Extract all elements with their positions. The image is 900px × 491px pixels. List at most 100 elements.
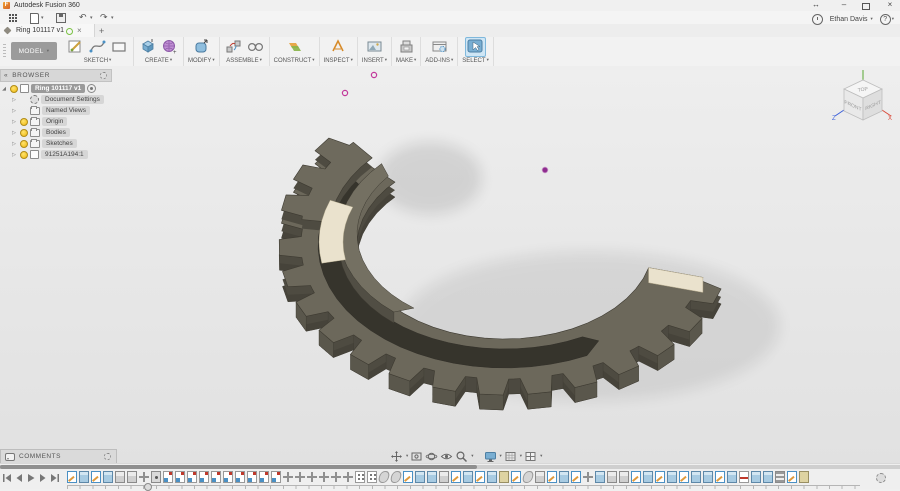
browser-item-label[interactable]: Sketches: [42, 139, 77, 148]
redo-caret-icon[interactable]: ▾: [111, 15, 114, 21]
help-menu[interactable]: ? ▾: [880, 14, 894, 25]
toolbar-group-label[interactable]: INSERT▾: [362, 56, 387, 65]
save-icon[interactable]: [56, 13, 66, 23]
file-menu-icon[interactable]: [30, 13, 39, 24]
timeline-feature-prism-icon[interactable]: [127, 471, 137, 483]
browser-item-named-views[interactable]: ▷ Named Views: [0, 105, 112, 116]
toolbar-group-label[interactable]: CREATE▾: [145, 56, 172, 65]
undo-icon[interactable]: ↶: [79, 13, 87, 22]
timeline-feature-move-icon[interactable]: [283, 471, 293, 483]
browser-item-label[interactable]: Document Settings: [41, 95, 104, 104]
press-pull-icon[interactable]: [192, 38, 211, 56]
timeline-feature-copy-icon[interactable]: [175, 471, 185, 483]
timeline-feature-prism-icon[interactable]: [439, 471, 449, 483]
timeline-feature-sketch-icon[interactable]: [475, 471, 485, 483]
timeline-feature-sketch-icon[interactable]: [547, 471, 557, 483]
timeline-feature-sketch-icon[interactable]: [655, 471, 665, 483]
chevron-down-icon[interactable]: ▾: [471, 453, 473, 459]
timeline-feature-extrude-icon[interactable]: [463, 471, 473, 483]
browser-item-label[interactable]: 91251A194:1: [41, 150, 88, 159]
user-menu[interactable]: Ethan Davis ▾: [830, 16, 873, 23]
toolbar-group-label[interactable]: SELECT▾: [462, 56, 489, 65]
timeline-feature-extrude-icon[interactable]: [103, 471, 113, 483]
toolbar-group-label[interactable]: ASSEMBLE▾: [226, 56, 262, 65]
app-grid-icon[interactable]: [8, 13, 17, 22]
step-forward-icon[interactable]: [38, 472, 48, 483]
view-cube[interactable]: TOP FRONT RIGHT X Z: [830, 68, 894, 132]
timeline-feature-sketch-icon[interactable]: [511, 471, 521, 483]
timeline-feature-stack-icon[interactable]: [775, 471, 785, 483]
comments-bar[interactable]: COMMENTS: [0, 449, 117, 464]
timeline-feature-move-icon[interactable]: [295, 471, 305, 483]
toolbar-grip-handle[interactable]: [3, 44, 6, 59]
insert-image-icon[interactable]: [365, 38, 384, 56]
close-button[interactable]: ×: [882, 0, 898, 10]
timeline-feature-extrude-icon[interactable]: [727, 471, 737, 483]
timeline-feature-copy-icon[interactable]: [259, 471, 269, 483]
timeline-feature-move-icon[interactable]: [319, 471, 329, 483]
timeline-feature-copy-icon[interactable]: [187, 471, 197, 483]
timeline-feature-sweep-icon[interactable]: [378, 471, 391, 483]
activate-component-icon[interactable]: [87, 84, 96, 93]
timeline-feature-extrude-icon[interactable]: [751, 471, 761, 483]
timeline-feature-extrude-icon[interactable]: [667, 471, 677, 483]
timeline-feature-move-icon[interactable]: [331, 471, 341, 483]
document-tab[interactable]: Ring 101117 v1 ×: [0, 24, 95, 37]
visibility-bulb-icon[interactable]: [20, 118, 28, 126]
play-icon[interactable]: [26, 472, 36, 483]
timeline-feature-sketch-icon[interactable]: [715, 471, 725, 483]
toolbar-group-label[interactable]: CONSTRUCT▾: [274, 56, 315, 65]
skip-end-icon[interactable]: [50, 472, 60, 483]
minimize-button[interactable]: –: [836, 0, 852, 10]
timeline-feature-sweep-icon[interactable]: [522, 471, 535, 483]
collapse-panel-icon[interactable]: «: [4, 72, 8, 79]
as-built-joint-icon[interactable]: [246, 38, 265, 56]
timeline-feature-copy-icon[interactable]: [247, 471, 257, 483]
timeline-feature-sketch-icon[interactable]: [571, 471, 581, 483]
timeline-feature-extrude-icon[interactable]: [703, 471, 713, 483]
file-menu-caret-icon[interactable]: ▾: [41, 15, 44, 21]
toolbar-group-label[interactable]: SKETCH▾: [84, 56, 112, 65]
timeline-scrubber[interactable]: [144, 483, 152, 491]
extrude-icon[interactable]: [138, 38, 157, 56]
browser-item-label[interactable]: Named Views: [42, 106, 90, 115]
chevron-down-icon[interactable]: ▾: [520, 453, 522, 459]
timeline-feature-move-icon[interactable]: [343, 471, 353, 483]
sketch-point-marker[interactable]: [342, 90, 347, 95]
orbit-icon[interactable]: [425, 450, 438, 463]
timeline-feature-move-icon[interactable]: [583, 471, 593, 483]
pan-icon[interactable]: [390, 450, 403, 463]
timeline-feature-sketch-icon[interactable]: [451, 471, 461, 483]
timeline-feature-copy-icon[interactable]: [271, 471, 281, 483]
display-settings-icon[interactable]: [484, 450, 497, 463]
browser-item-origin[interactable]: ▷Origin: [0, 116, 112, 127]
timeline-feature-sketch-icon[interactable]: [679, 471, 689, 483]
timeline-feature-chamfer-icon[interactable]: [499, 471, 509, 483]
look-at-icon[interactable]: [440, 450, 453, 463]
measure-icon[interactable]: [329, 38, 348, 56]
timeline-feature-move-icon[interactable]: [307, 471, 317, 483]
browser-item-label[interactable]: Origin: [42, 117, 67, 126]
make-3d-print-icon[interactable]: [397, 38, 416, 56]
scripts-addins-icon[interactable]: [430, 38, 449, 56]
job-status-clock-icon[interactable]: [812, 14, 823, 25]
timeline-feature-extrude-icon[interactable]: [763, 471, 773, 483]
skip-start-icon[interactable]: [2, 472, 12, 483]
redo-icon[interactable]: ↷: [100, 13, 108, 22]
toolbar-group-label[interactable]: INSPECT▾: [324, 56, 353, 65]
browser-item-document-settings[interactable]: ▷Document Settings: [0, 94, 112, 105]
new-tab-button[interactable]: +: [99, 26, 104, 36]
timeline-feature-hole-icon[interactable]: [151, 471, 161, 483]
expander-closed-icon[interactable]: ▷: [10, 108, 18, 114]
model-viewport[interactable]: [0, 66, 900, 463]
step-back-icon[interactable]: [14, 472, 24, 483]
timeline-feature-extrude-icon[interactable]: [643, 471, 653, 483]
comments-gear-icon[interactable]: [104, 453, 111, 460]
timeline-feature-copy-icon[interactable]: [163, 471, 173, 483]
joint-icon[interactable]: [224, 38, 243, 56]
browser-item-bodies[interactable]: ▷Bodies: [0, 127, 112, 138]
timeline-feature-sketch-icon[interactable]: [631, 471, 641, 483]
timeline-feature-extrude-icon[interactable]: [559, 471, 569, 483]
timeline-feature-copy-icon[interactable]: [199, 471, 209, 483]
chevron-down-icon[interactable]: ▾: [540, 453, 542, 459]
